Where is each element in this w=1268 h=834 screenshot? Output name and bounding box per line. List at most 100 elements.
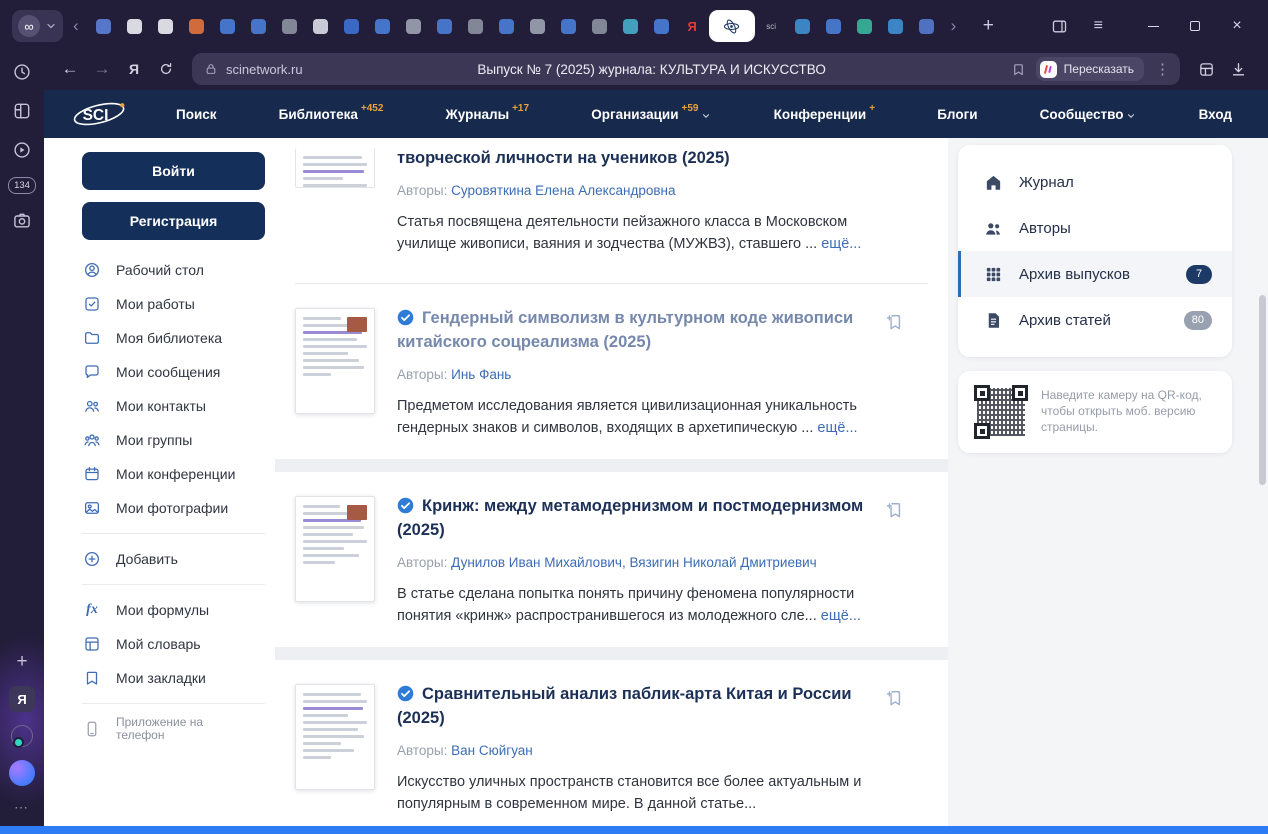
side-panel-icon[interactable]	[1051, 18, 1068, 35]
video-icon[interactable]	[10, 138, 34, 162]
browser-tab[interactable]	[912, 10, 941, 42]
yandex-icon[interactable]: Я	[118, 54, 150, 84]
save-bookmark-icon[interactable]	[884, 688, 904, 708]
browser-tab-active-scinetwork[interactable]	[709, 10, 755, 42]
tabs-scroll-left-icon[interactable]: ‹	[67, 16, 85, 36]
alice-icon[interactable]	[9, 760, 35, 786]
journal-menu-journal[interactable]: Журнал	[958, 159, 1232, 205]
browser-tab[interactable]: Я	[678, 10, 707, 42]
article-title-link[interactable]: творческой личности на учеников (2025)	[397, 149, 730, 167]
article-thumbnail[interactable]	[295, 684, 375, 790]
nav-login[interactable]: Вход	[1199, 107, 1232, 122]
points-counter[interactable]: 134	[8, 177, 36, 194]
browser-tab[interactable]	[337, 10, 366, 42]
sidebar-item-bookmarks[interactable]: Мои закладки	[82, 661, 275, 695]
author-link[interactable]: Ван Сюйгуан	[447, 743, 532, 758]
back-icon[interactable]: ←	[54, 54, 86, 84]
nav-community[interactable]: Сообщество	[1040, 107, 1137, 122]
browser-tab[interactable]	[850, 10, 879, 42]
nav-conferences[interactable]: Конференции+	[774, 107, 875, 122]
sidebar-item-add[interactable]: Добавить	[82, 542, 275, 576]
browser-tab[interactable]	[554, 10, 583, 42]
browser-tab[interactable]	[492, 10, 521, 42]
sidebar-item-formulas[interactable]: fxМои формулы	[82, 593, 275, 627]
browser-tab[interactable]	[788, 10, 817, 42]
sidebar-item-dictionary[interactable]: Мой словарь	[82, 627, 275, 661]
browser-tab[interactable]	[275, 10, 304, 42]
article-thumbnail[interactable]	[295, 496, 375, 602]
browser-menu-icon[interactable]: ≡	[1094, 17, 1103, 35]
sidebar-item-works[interactable]: Мои работы	[82, 287, 275, 321]
browser-tab[interactable]	[244, 10, 273, 42]
article-title-link[interactable]: Кринж: между метамодернизмом и постмодер…	[397, 497, 863, 539]
browser-tab[interactable]	[523, 10, 552, 42]
browser-tab[interactable]	[881, 10, 910, 42]
lock-icon[interactable]	[204, 62, 218, 76]
author-link[interactable]: Инь Фань	[447, 367, 511, 382]
nav-journals[interactable]: Журналы+17	[446, 107, 530, 122]
browser-tab[interactable]	[368, 10, 397, 42]
tabs-scroll-right-icon[interactable]: ›	[945, 16, 963, 36]
sidebar-item-library[interactable]: Моя библиотека	[82, 321, 275, 355]
close-button[interactable]: ×	[1216, 9, 1258, 43]
minimize-button[interactable]	[1132, 9, 1174, 43]
browser-tab[interactable]	[819, 10, 848, 42]
sidebar-item-groups[interactable]: Мои группы	[82, 423, 275, 457]
more-link[interactable]: ещё...	[821, 236, 861, 252]
nav-library[interactable]: Библиотека+452	[279, 107, 384, 122]
summarize-button[interactable]: Пересказать	[1036, 57, 1144, 81]
sidebar-item-desktop[interactable]: Рабочий стол	[82, 253, 275, 287]
collections-icon[interactable]	[1190, 54, 1222, 84]
forward-icon[interactable]: →	[86, 54, 118, 84]
browser-tab[interactable]	[585, 10, 614, 42]
downloads-icon[interactable]	[1222, 54, 1254, 84]
sidebar-item-contacts[interactable]: Мои контакты	[82, 389, 275, 423]
browser-tab[interactable]	[430, 10, 459, 42]
new-tab-button[interactable]: +	[974, 12, 1002, 40]
nav-blogs[interactable]: Блоги	[937, 107, 977, 122]
browser-tab[interactable]: sci	[757, 10, 786, 42]
browser-tab[interactable]	[461, 10, 490, 42]
author-link[interactable]: Дунилов Иван Михайлович, Вязигин Николай…	[447, 555, 816, 570]
scinetwork-logo[interactable]: SCI	[70, 97, 132, 131]
add-panel-icon[interactable]: +	[16, 651, 27, 673]
browser-tab[interactable]	[182, 10, 211, 42]
sidebar-item-phone[interactable]: Приложение на телефон	[82, 712, 275, 746]
browser-tab[interactable]	[616, 10, 645, 42]
screenshot-icon[interactable]	[10, 209, 34, 233]
article-title-link[interactable]: Гендерный символизм в культурном коде жи…	[397, 309, 853, 351]
browser-tab[interactable]	[306, 10, 335, 42]
tab-group-pill[interactable]: ∞	[12, 10, 63, 42]
panels-icon[interactable]	[10, 99, 34, 123]
sidebar-item-photos[interactable]: Мои фотографии	[82, 491, 275, 525]
refresh-icon[interactable]	[150, 54, 182, 84]
status-toggle-icon[interactable]	[11, 725, 33, 747]
bookmark-flag-icon[interactable]	[1011, 62, 1026, 77]
address-bar[interactable]: scinetwork.ru Выпуск № 7 (2025) журнала:…	[192, 53, 1180, 85]
sidebar-item-messages[interactable]: Мои сообщения	[82, 355, 275, 389]
journal-menu-issues-archive[interactable]: Архив выпусков7	[958, 251, 1232, 297]
login-button[interactable]: Войти	[82, 152, 265, 190]
more-link[interactable]: ещё...	[821, 608, 861, 624]
browser-tab[interactable]	[399, 10, 428, 42]
journal-menu-articles-archive[interactable]: Архив статей80	[958, 297, 1232, 343]
history-icon[interactable]	[10, 60, 34, 84]
address-bar-menu-icon[interactable]: ⋮	[1155, 60, 1170, 78]
more-link[interactable]: ещё...	[817, 420, 857, 436]
journal-menu-authors[interactable]: Авторы	[958, 205, 1232, 251]
author-link[interactable]: Суровяткина Елена Александровна	[447, 183, 675, 198]
save-bookmark-icon[interactable]	[884, 312, 904, 332]
nav-search[interactable]: Поиск	[176, 107, 217, 122]
browser-tab[interactable]	[213, 10, 242, 42]
article-thumbnail[interactable]	[295, 148, 375, 188]
sidebar-item-conferences[interactable]: Мои конференции	[82, 457, 275, 491]
article-thumbnail[interactable]	[295, 308, 375, 414]
page-scrollbar[interactable]	[1259, 295, 1266, 485]
browser-tab[interactable]	[89, 10, 118, 42]
browser-tab[interactable]	[151, 10, 180, 42]
more-options-icon[interactable]: ⋯	[14, 799, 30, 816]
browser-tab[interactable]	[647, 10, 676, 42]
nav-organizations[interactable]: Организации+59	[591, 107, 711, 122]
profile-avatar[interactable]: Я	[9, 686, 35, 712]
browser-tab[interactable]	[120, 10, 149, 42]
